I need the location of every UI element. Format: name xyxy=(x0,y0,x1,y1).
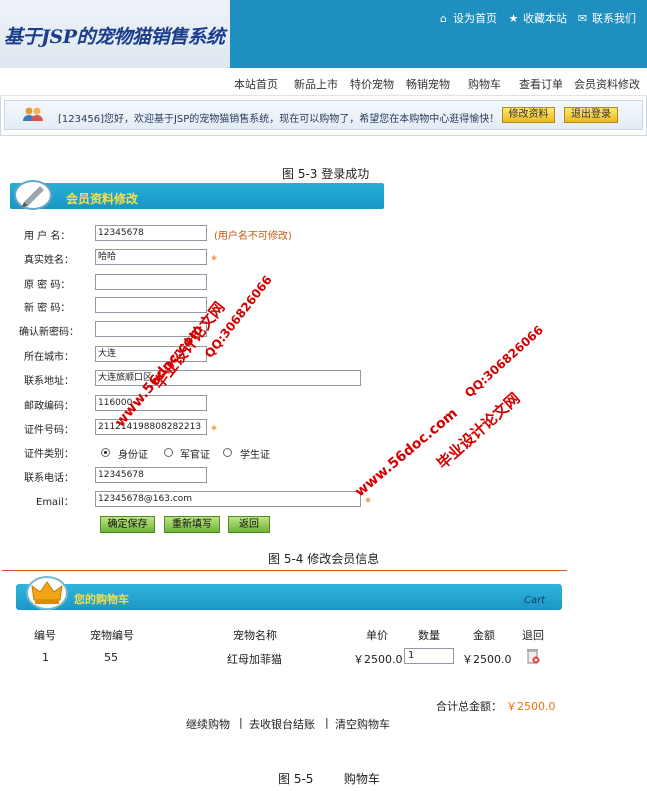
site-logo: 基于JSP的宠物猫销售系统 xyxy=(4,26,225,48)
total-label: 合计总金额： xyxy=(436,700,502,713)
radio-id-card[interactable] xyxy=(101,448,110,457)
label-realname: 真实姓名： xyxy=(24,255,74,266)
nav-cart[interactable]: 购物车 xyxy=(468,76,501,92)
total-value: ￥2500.0 xyxy=(506,700,556,713)
quantity-input[interactable]: 1 xyxy=(404,648,454,664)
option-student: 学生证 xyxy=(240,450,270,461)
users-icon xyxy=(23,107,43,121)
logout-button[interactable]: 退出登录 xyxy=(564,107,618,123)
username-field: 12345678 xyxy=(95,225,207,241)
new-password-field[interactable] xyxy=(95,297,207,313)
label-confirm-password: 确认新密码： xyxy=(19,327,79,338)
option-military: 军官证 xyxy=(180,450,210,461)
realname-field[interactable]: 哈哈 xyxy=(95,249,207,265)
nav-bestseller[interactable]: 畅销宠物 xyxy=(406,76,450,92)
id-number-field[interactable]: 211214198808282213 xyxy=(95,419,207,435)
toplink-bookmark[interactable]: ★ 收藏本站 xyxy=(508,10,567,26)
col-header-no: 编号 xyxy=(34,629,56,642)
caption-fig3: 图 5-3 登录成功 xyxy=(282,167,370,181)
address-field[interactable]: 大连旅顺口区 xyxy=(95,370,361,386)
cell-pet-no: 55 xyxy=(104,651,118,664)
save-button[interactable]: 确定保存 xyxy=(100,516,155,533)
radio-student[interactable] xyxy=(223,448,232,457)
radio-military[interactable] xyxy=(164,448,173,457)
delete-icon[interactable] xyxy=(526,647,540,665)
col-header-amount: 金额 xyxy=(473,629,495,642)
required-mark: * xyxy=(211,423,217,437)
divider xyxy=(2,570,567,571)
back-button[interactable]: 返回 xyxy=(228,516,270,533)
cell-price: ￥2500.0 xyxy=(353,653,403,666)
username-note: (用户名不可修改) xyxy=(214,231,292,242)
watermark-qq: QQ:306826066 xyxy=(462,322,546,401)
email-field[interactable]: 12345678@163.com xyxy=(95,491,361,507)
nav-profile[interactable]: 会员资料修改 xyxy=(574,76,640,92)
old-password-field[interactable] xyxy=(95,274,207,290)
continue-shopping-link[interactable]: 继续购物 xyxy=(186,716,230,732)
nav-special[interactable]: 特价宠物 xyxy=(350,76,394,92)
label-id-type: 证件类别： xyxy=(24,449,74,460)
col-header-price: 单价 xyxy=(366,629,388,642)
edit-profile-button[interactable]: 修改资料 xyxy=(502,107,555,123)
option-id-card: 身份证 xyxy=(118,450,148,461)
col-header-pet-no: 宠物编号 xyxy=(90,629,134,642)
required-mark: * xyxy=(211,253,217,267)
cart-title: 您的购物车 xyxy=(74,593,129,606)
caption-fig5: 图 5-5 购物车 xyxy=(278,772,380,786)
label-address: 联系地址： xyxy=(24,376,74,387)
col-header-qty: 数量 xyxy=(418,629,440,642)
label-username: 用 户 名： xyxy=(24,231,71,242)
label-email: Email： xyxy=(36,497,74,508)
star-icon: ★ xyxy=(508,12,519,25)
caption-fig4: 图 5-4 修改会员信息 xyxy=(268,552,380,566)
pen-icon xyxy=(14,180,52,210)
nav-orders[interactable]: 查看订单 xyxy=(519,76,563,92)
col-header-return: 退回 xyxy=(522,629,544,642)
mail-icon: ✉ xyxy=(577,12,588,25)
clear-cart-link[interactable]: 清空购物车 xyxy=(335,716,390,732)
watermark-site: 毕业设计论文网 xyxy=(433,389,524,473)
toplink-set-home[interactable]: ⌂ 设为首页 xyxy=(438,10,497,26)
cart-subtitle: Cart xyxy=(524,595,546,606)
label-id-number: 证件号码： xyxy=(24,425,74,436)
reset-button[interactable]: 重新填写 xyxy=(164,516,220,533)
cell-no: 1 xyxy=(42,651,49,664)
cell-amount: ￥2500.0 xyxy=(462,653,512,666)
label-postcode: 邮政编码： xyxy=(24,401,74,412)
nav-new[interactable]: 新品上市 xyxy=(294,76,338,92)
separator: | xyxy=(325,716,329,729)
crown-icon xyxy=(26,576,68,610)
nav-home[interactable]: 本站首页 xyxy=(234,76,278,92)
form-title: 会员资料修改 xyxy=(66,192,139,206)
phone-field[interactable]: 12345678 xyxy=(95,467,207,483)
toplink-contact[interactable]: ✉ 联系我们 xyxy=(577,10,636,26)
separator: | xyxy=(239,716,243,729)
checkout-link[interactable]: 去收银台结账 xyxy=(249,716,315,732)
cell-name: 红母加菲猫 xyxy=(227,653,282,666)
label-city: 所在城市： xyxy=(24,352,74,363)
label-old-password: 原 密 码： xyxy=(24,280,71,291)
label-phone: 联系电话： xyxy=(24,473,74,484)
col-header-name: 宠物名称 xyxy=(233,629,277,642)
welcome-message: [123456]您好，欢迎基于JSP的宠物猫销售系统，现在可以购物了，希望您在本… xyxy=(58,114,500,125)
home-icon: ⌂ xyxy=(440,12,447,25)
label-new-password: 新 密 码： xyxy=(24,303,71,314)
